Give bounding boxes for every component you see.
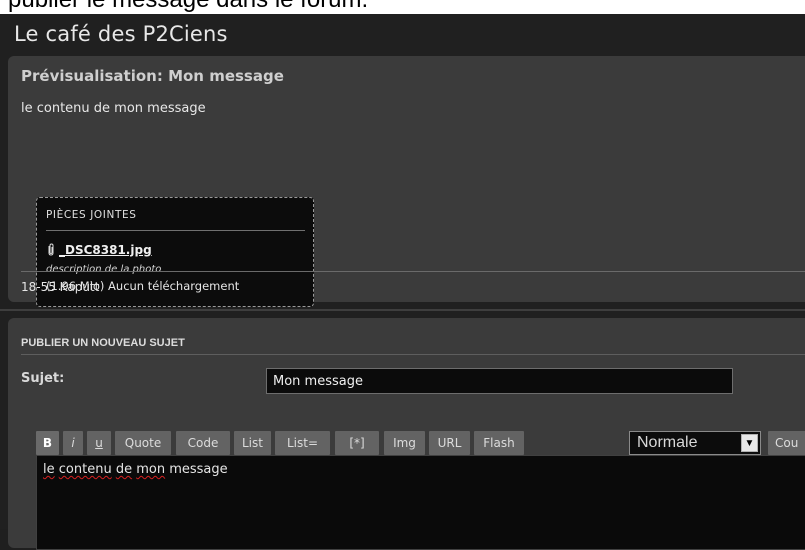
bold-button[interactable]: B [36, 431, 59, 455]
color-button[interactable]: Cou [768, 431, 805, 455]
code-button[interactable]: Code [176, 431, 230, 455]
ordered-list-button[interactable]: List= [275, 431, 330, 455]
preview-signature: 18-55 Kaputt [21, 280, 100, 294]
image-button[interactable]: Img [384, 431, 425, 455]
attachment-file-link[interactable]: _DSC8381.jpg [59, 243, 152, 257]
attachment-description: description de la photo [46, 264, 162, 275]
flash-button[interactable]: Flash [474, 431, 524, 455]
font-size-value: Normale [637, 434, 698, 451]
preview-panel: Prévisualisation: Mon message le contenu… [8, 56, 805, 307]
underline-button[interactable]: u [87, 431, 111, 455]
quote-button[interactable]: Quote [115, 431, 171, 455]
attachments-header: PIÈCES JOINTES [46, 209, 137, 221]
section-divider [0, 309, 805, 311]
heading-divider [21, 354, 805, 355]
list-item-button[interactable]: [*] [335, 431, 379, 455]
subject-input[interactable] [266, 368, 733, 394]
misspelled-word: contenu [58, 462, 112, 477]
editor-content[interactable]: le contenu de mon message [43, 462, 228, 477]
url-button[interactable]: URL [429, 431, 470, 455]
editor-word: message [169, 462, 228, 477]
list-button[interactable]: List [234, 431, 271, 455]
site-title[interactable]: Le café des P2Ciens [14, 22, 228, 46]
misspelled-word: de [115, 462, 133, 477]
caption-strip: publier le message dans le forum. [0, 0, 805, 14]
new-topic-heading: PUBLIER UN NOUVEAU SUJET [21, 337, 185, 349]
message-editor[interactable]: le contenu de mon message [36, 455, 805, 550]
misspelled-word: le [43, 462, 55, 477]
font-size-select[interactable]: Normale ▼ [629, 431, 761, 455]
preview-title: Prévisualisation: Mon message [21, 67, 284, 85]
subject-label: Sujet: [21, 371, 65, 386]
dropdown-arrow-icon[interactable]: ▼ [741, 434, 758, 452]
new-topic-panel: PUBLIER UN NOUVEAU SUJET Sujet: B i u Qu… [8, 318, 805, 550]
forum-page: Le café des P2Ciens Prévisualisation: Mo… [0, 14, 805, 550]
paperclip-icon [46, 243, 56, 259]
preview-message-body: le contenu de mon message [21, 101, 206, 116]
attachments-divider [46, 230, 305, 231]
signature-divider [21, 271, 805, 272]
caption-text: publier le message dans le forum. [8, 0, 368, 14]
misspelled-word: mon [136, 462, 166, 477]
italic-button[interactable]: i [63, 431, 83, 455]
